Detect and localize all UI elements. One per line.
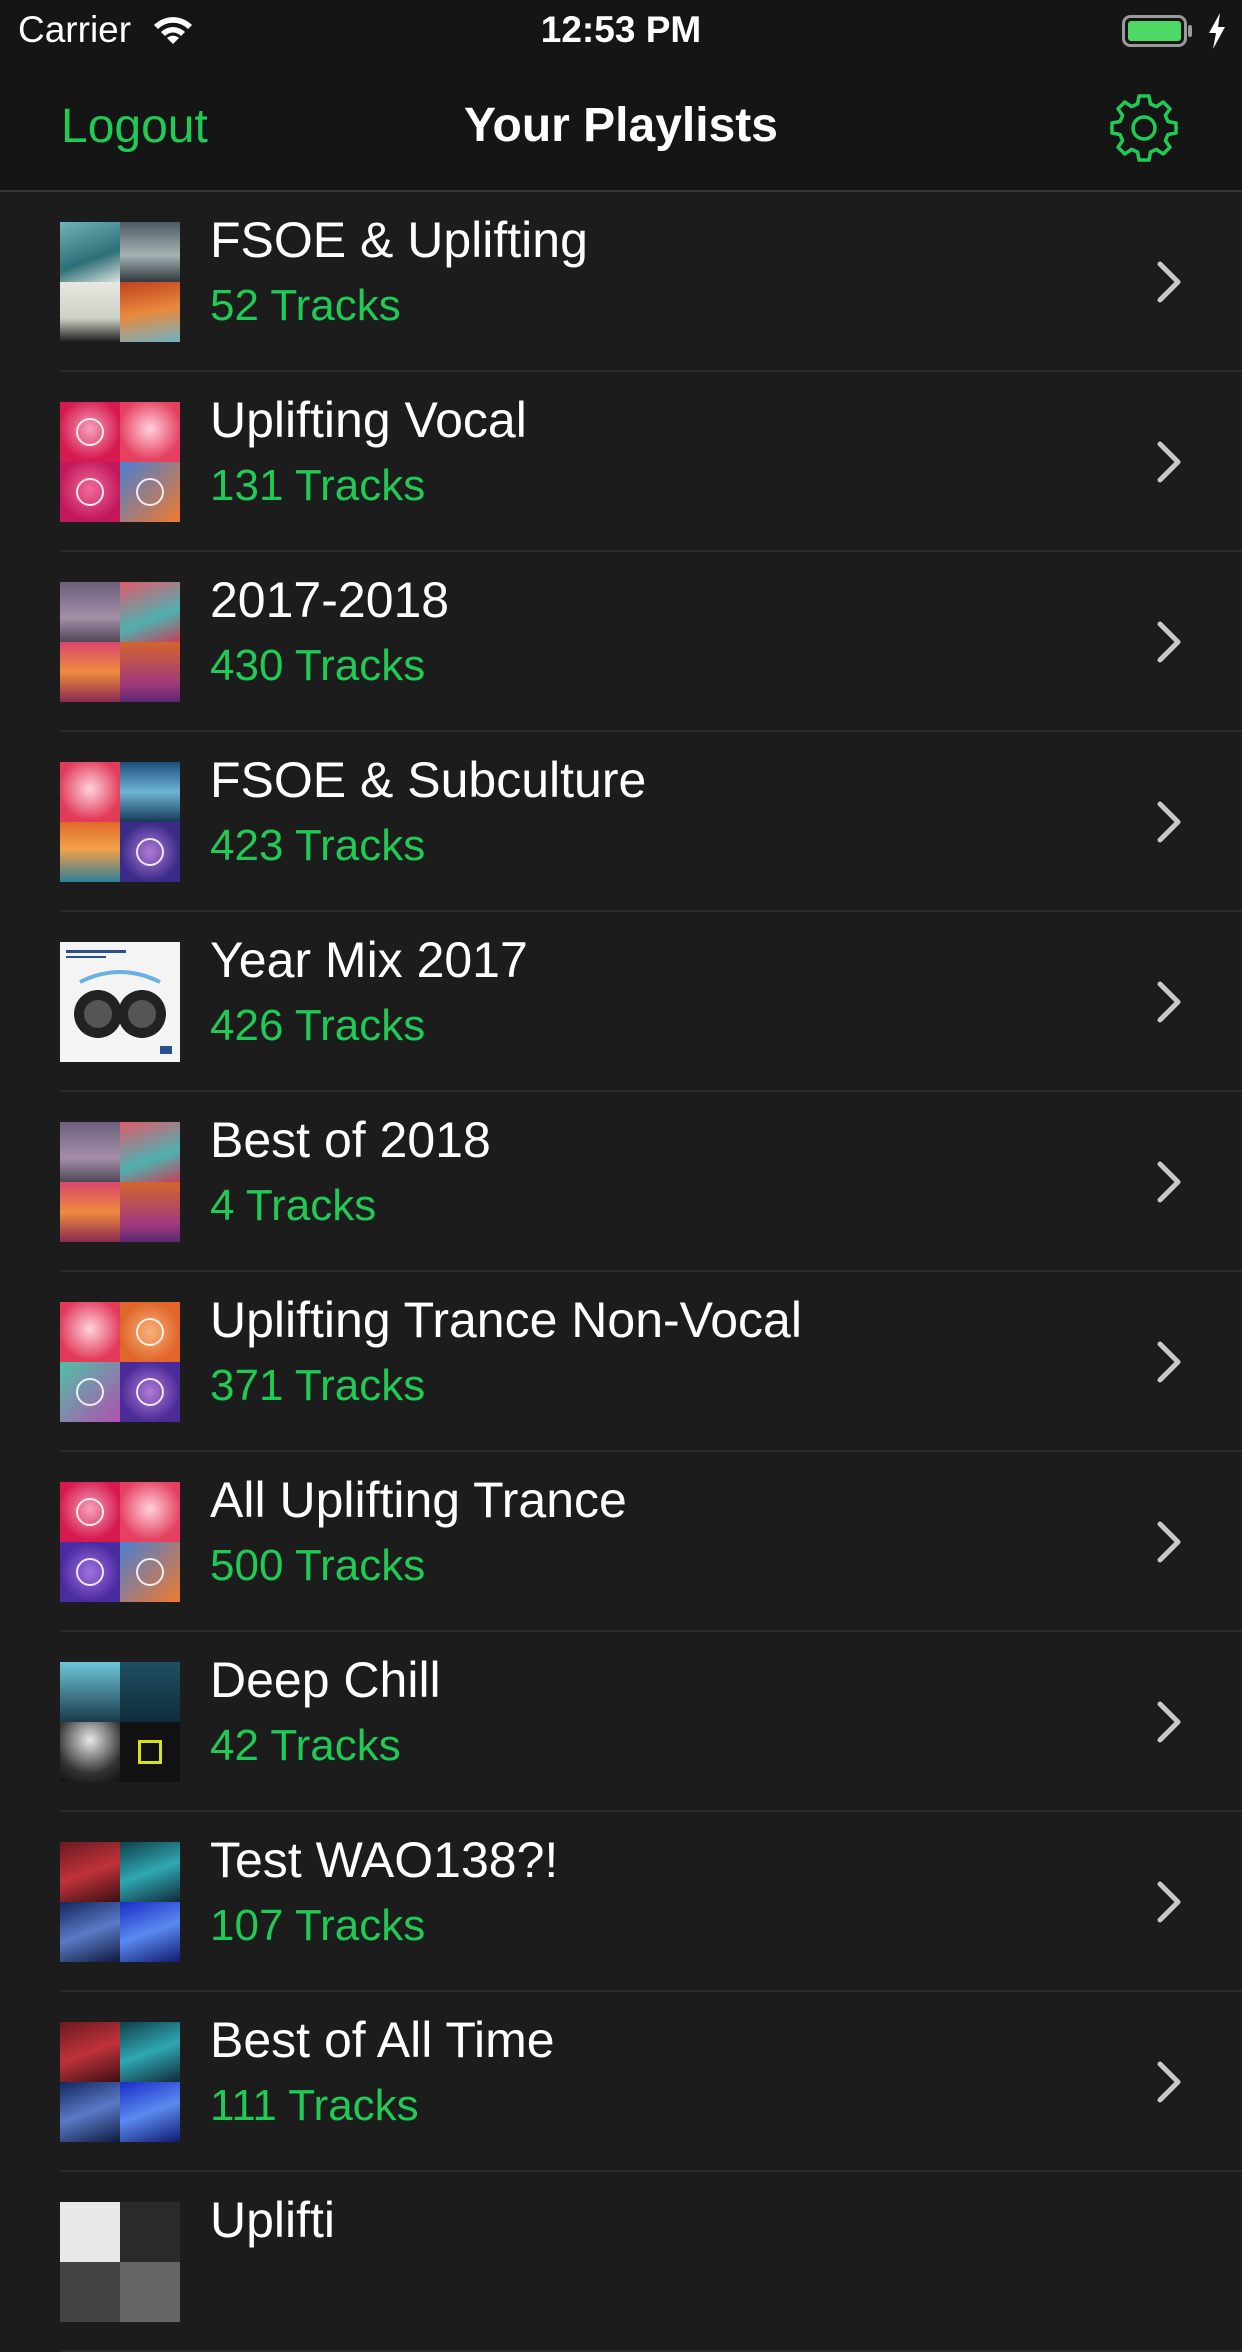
playlist-row[interactable]: Test WAO138?! 107 Tracks xyxy=(0,1812,1242,1992)
track-count: 131 Tracks xyxy=(210,461,426,510)
chevron-right-icon xyxy=(1157,261,1181,303)
playlist-name: Uplifting Vocal xyxy=(210,392,527,448)
chevron-right-icon xyxy=(1157,441,1181,483)
playlist-name: FSOE & Subculture xyxy=(210,752,647,808)
track-count: 371 Tracks xyxy=(210,1361,426,1410)
track-count: 426 Tracks xyxy=(210,1001,426,1050)
playlist-name: Test WAO138?! xyxy=(210,1832,559,1888)
playlist-row[interactable]: FSOE & Subculture 423 Tracks xyxy=(0,732,1242,912)
playlist-name: Best of 2018 xyxy=(210,1112,491,1168)
track-count: 430 Tracks xyxy=(210,641,426,690)
chevron-right-icon xyxy=(1157,621,1181,663)
playlist-row[interactable]: Uplifting Vocal 131 Tracks xyxy=(0,372,1242,552)
track-count: 107 Tracks xyxy=(210,1901,426,1950)
playlist-row[interactable]: Best of All Time 111 Tracks xyxy=(0,1992,1242,2172)
playlist-row[interactable]: Uplifti xyxy=(0,2172,1242,2352)
playlist-name: All Uplifting Trance xyxy=(210,1472,627,1528)
chevron-right-icon xyxy=(1157,801,1181,843)
playlist-artwork xyxy=(60,1122,180,1242)
chevron-right-icon xyxy=(1157,1701,1181,1743)
playlist-artwork xyxy=(60,942,180,1062)
playlist-row[interactable]: Uplifting Trance Non-Vocal 371 Tracks xyxy=(0,1272,1242,1452)
navigation-bar: Logout Your Playlists xyxy=(0,62,1242,192)
track-count: 4 Tracks xyxy=(210,1181,377,1230)
playlist-row[interactable]: Year Mix 2017 426 Tracks xyxy=(0,912,1242,1092)
charging-bolt-icon xyxy=(1209,13,1225,49)
chevron-right-icon xyxy=(1157,1521,1181,1563)
playlist-name: Uplifting Trance Non-Vocal xyxy=(210,1292,802,1348)
playlist-artwork xyxy=(60,582,180,702)
album-cover-image xyxy=(66,950,172,1054)
status-time: 12:53 PM xyxy=(540,9,702,50)
playlist-row[interactable]: Deep Chill 42 Tracks xyxy=(0,1632,1242,1812)
playlist-name: Best of All Time xyxy=(210,2012,555,2068)
chevron-right-icon xyxy=(1157,2061,1181,2103)
playlist-row[interactable]: 2017-2018 430 Tracks xyxy=(0,552,1242,732)
playlist-list[interactable]: FSOE & Uplifting 52 Tracks Uplifting Voc… xyxy=(0,192,1242,2352)
playlist-name: Year Mix 2017 xyxy=(210,932,528,988)
chevron-right-icon xyxy=(1157,1341,1181,1383)
track-count: 52 Tracks xyxy=(210,281,401,330)
playlist-artwork xyxy=(60,1482,180,1602)
playlist-name: Uplifti xyxy=(210,2192,336,2248)
playlist-row[interactable]: FSOE & Uplifting 52 Tracks xyxy=(0,192,1242,372)
status-bar: Carrier 12:53 PM xyxy=(0,0,1242,62)
track-count: 111 Tracks xyxy=(210,2081,419,2130)
playlist-name: 2017-2018 xyxy=(210,572,450,628)
chevron-right-icon xyxy=(1157,1881,1181,1923)
track-count: 500 Tracks xyxy=(210,1541,426,1590)
playlist-artwork xyxy=(60,402,180,522)
playlist-row[interactable]: Best of 2018 4 Tracks xyxy=(0,1092,1242,1272)
track-count: 42 Tracks xyxy=(210,1721,401,1770)
playlist-name: FSOE & Uplifting xyxy=(210,212,588,268)
playlist-artwork xyxy=(60,2202,180,2322)
playlist-name: Deep Chill xyxy=(210,1652,441,1708)
chevron-right-icon xyxy=(1157,981,1181,1023)
playlist-artwork xyxy=(60,2022,180,2142)
track-count: 423 Tracks xyxy=(210,821,426,870)
playlist-artwork xyxy=(60,1302,180,1422)
playlist-artwork xyxy=(60,762,180,882)
chevron-right-icon xyxy=(1157,1161,1181,1203)
playlist-artwork xyxy=(60,222,180,342)
battery-icon xyxy=(1122,15,1192,47)
playlist-artwork xyxy=(60,1842,180,1962)
gear-icon[interactable] xyxy=(1108,92,1180,164)
playlist-artwork xyxy=(60,1662,180,1782)
page-title: Your Playlists xyxy=(464,99,778,152)
playlist-row[interactable]: All Uplifting Trance 500 Tracks xyxy=(0,1452,1242,1632)
